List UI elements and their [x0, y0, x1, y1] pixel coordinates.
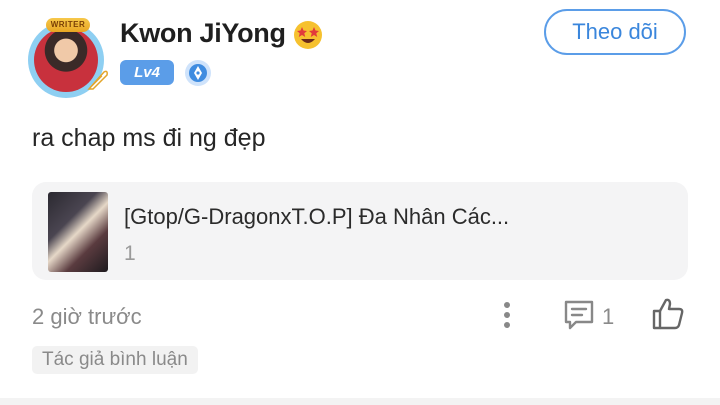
reply-count: 1 — [602, 304, 615, 329]
star-struck-emoji-icon — [294, 21, 322, 49]
more-options-icon[interactable] — [498, 298, 516, 334]
level-badge: Lv4 — [120, 60, 174, 85]
thumbs-up-icon[interactable] — [650, 296, 686, 332]
story-card[interactable]: [Gtop/G-DragonxT.O.P] Đa Nhân Các... 1 — [32, 182, 688, 280]
story-title: [Gtop/G-DragonxT.O.P] Đa Nhân Các... — [124, 204, 510, 229]
username[interactable]: Kwon JiYong — [120, 18, 286, 49]
divider — [0, 398, 720, 405]
writer-badge: WRITER — [46, 18, 90, 32]
pen-badge-icon — [185, 60, 211, 86]
reply-icon[interactable] — [562, 298, 596, 332]
follow-button[interactable]: Theo dõi — [544, 9, 686, 55]
avatar[interactable]: WRITER — [24, 16, 112, 100]
story-thumbnail — [48, 192, 108, 272]
comment-text: ra chap ms đi ng đẹp — [32, 124, 266, 152]
author-comment-tag: Tác giả bình luận — [32, 346, 198, 374]
quill-icon — [87, 70, 108, 90]
story-count: 1 — [124, 242, 136, 265]
comment-time: 2 giờ trước — [32, 304, 142, 329]
